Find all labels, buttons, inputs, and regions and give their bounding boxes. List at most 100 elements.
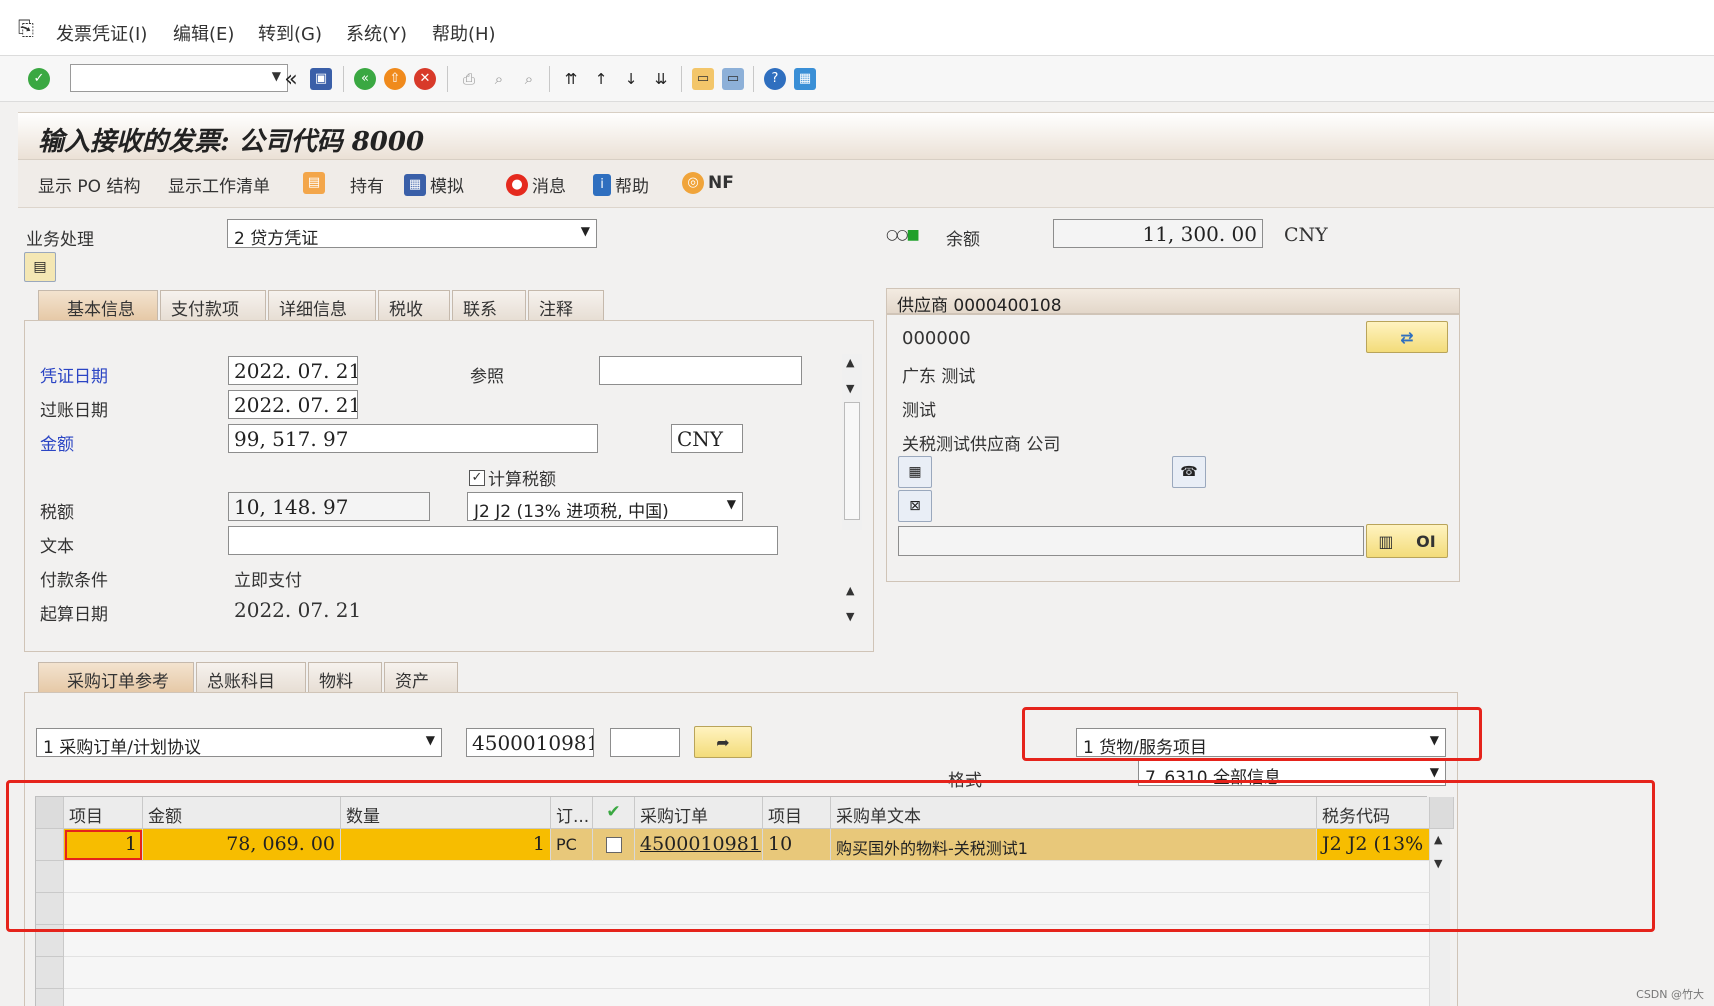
transfer-icon: ➦ (716, 732, 730, 752)
doc-date-label[interactable]: 凭证日期 (40, 362, 108, 387)
first-page-icon[interactable]: ⇈ (558, 66, 584, 92)
tab-payment[interactable]: 支付款项 (160, 290, 266, 320)
menu-goto[interactable]: 转到(G) (258, 20, 322, 46)
show-po-structure-button[interactable]: 显示 PO 结构 (38, 172, 140, 197)
vendor-fax-icon[interactable]: ☎ (1172, 456, 1206, 488)
amount-field[interactable]: 99, 517. 97 (228, 424, 598, 453)
scroll-down-icon[interactable]: ▼ (846, 610, 854, 623)
calc-tax-label: 计算税额 (488, 470, 556, 490)
po-type-select[interactable]: 1 采购订单/计划协议 ▼ (36, 728, 442, 757)
command-field[interactable]: ▼ (70, 64, 288, 92)
enter-check-icon[interactable]: ✓ (26, 66, 52, 92)
vendor-extra-field (898, 526, 1364, 556)
nf-button[interactable]: ◎ NF (682, 172, 734, 194)
back-icon[interactable]: « (352, 66, 378, 92)
currency-field[interactable]: CNY (671, 424, 743, 453)
transaction-label: 业务处理 (26, 230, 94, 250)
scroll-down-icon[interactable]: ▼ (846, 382, 854, 395)
vendor-code: 000000 (902, 328, 971, 349)
shortcut-icon[interactable]: ▭ (720, 66, 746, 92)
menu-edit[interactable]: 编辑(E) (173, 20, 234, 46)
open-items-button[interactable]: ▥ OI (1366, 524, 1448, 558)
tax-code-select[interactable]: J2 J2 (13% 进项税, 中国) ▼ (467, 492, 743, 521)
posting-date-field[interactable]: 2022. 07. 21 (228, 390, 358, 419)
tab-basic-info[interactable]: 基本信息 (38, 290, 158, 320)
next-page-icon[interactable]: ↓ (618, 66, 644, 92)
balance-label: 余额 (946, 230, 980, 250)
find-next-icon[interactable]: ⌕ (516, 66, 542, 92)
vendor-bank-icon[interactable]: ⊠ (898, 490, 932, 522)
tab-tax[interactable]: 税收 (378, 290, 450, 320)
scroll-up-icon[interactable]: ▲ (846, 584, 854, 597)
tab-material[interactable]: 物料 (308, 662, 382, 692)
standard-toolbar: ✓ ▼ « ▣ « ⇧ ✕ ⎙ ⌕ ⌕ ⇈ ↑ ↓ ⇊ ▭ ▭ ? ▦ (0, 56, 1714, 102)
simulate-icon: ▦ (404, 173, 426, 196)
find-icon[interactable]: ⌕ (486, 66, 512, 92)
vendor-address-line2: 测试 (902, 401, 936, 421)
reference-field[interactable] (599, 356, 802, 385)
tab-po-reference[interactable]: 采购订单参考 (38, 662, 194, 692)
menu-bar: ⎘ 发票凭证(I) 编辑(E) 转到(G) 系统(Y) 帮助(H) (0, 0, 1714, 56)
messages-button[interactable]: ● 消息 (506, 172, 566, 197)
po-item-field[interactable] (610, 728, 680, 757)
calc-tax-checkbox[interactable]: ✓ 计算税额 (469, 465, 556, 490)
posting-date-label: 过账日期 (40, 401, 108, 421)
transfer-button[interactable]: ➦ (694, 726, 752, 758)
balance-currency: CNY (1284, 224, 1328, 246)
tab-gl-account[interactable]: 总账科目 (196, 662, 306, 692)
menu-help[interactable]: 帮助(H) (432, 20, 496, 46)
po-type-value: 1 采购订单/计划协议 (43, 738, 201, 757)
print-icon[interactable]: ⎙ (456, 66, 482, 92)
info-icon: i (593, 173, 611, 196)
messages-label: 消息 (532, 177, 566, 197)
scroll-up-icon[interactable]: ▲ (846, 356, 854, 369)
help-icon[interactable]: ? (762, 66, 788, 92)
tax-field[interactable]: 10, 148. 97 (228, 492, 430, 521)
new-session-icon[interactable]: ▭ (690, 66, 716, 92)
last-page-icon[interactable]: ⇊ (648, 66, 674, 92)
tab-asset[interactable]: 资产 (384, 662, 458, 692)
stop-icon: ● (506, 173, 528, 196)
simulate-button[interactable]: ▦ 模拟 (404, 172, 464, 197)
show-worklist-button[interactable]: 显示工作清单 (168, 172, 270, 197)
vendor-header: 供应商 0000400108 (886, 288, 1460, 316)
exit-orange-icon[interactable]: ⇧ (382, 66, 408, 92)
folder-tree-icon[interactable]: ▤ (24, 252, 56, 282)
amount-label[interactable]: 金额 (40, 430, 74, 455)
doc-date-field[interactable]: 2022. 07. 21 (228, 356, 358, 385)
layout-icon[interactable]: ▦ (792, 66, 818, 92)
menu-system[interactable]: 系统(Y) (346, 20, 407, 46)
tab-contact[interactable]: 联系 (452, 290, 526, 320)
prev-page-icon[interactable]: ↑ (588, 66, 614, 92)
transaction-value: 2 贷方凭证 (234, 229, 319, 248)
basic-scrollbar[interactable]: ▲ ▼ (842, 354, 862, 530)
tax-code-value: J2 J2 (13% 进项税, 中国) (474, 502, 669, 521)
chevron-down-icon: ▼ (1429, 765, 1439, 779)
help-button[interactable]: i 帮助 (593, 172, 649, 197)
vendor-address-line3: 关税测试供应商 公司 (902, 435, 1061, 455)
exit-icon[interactable]: ⎘ (18, 16, 34, 40)
watermark: CSDN @竹大 (1636, 988, 1704, 1001)
simulate-label: 模拟 (430, 177, 464, 197)
transaction-select[interactable]: 2 贷方凭证 ▼ (227, 219, 597, 248)
vendor-detail-icon[interactable]: ▦ (898, 456, 932, 488)
vendor-address-line1: 广东 测试 (902, 367, 976, 387)
text-field[interactable] (228, 526, 778, 555)
po-number-field[interactable]: 4500010981 (466, 728, 594, 757)
coin-icon: ◎ (682, 172, 704, 194)
menu-invoice-doc[interactable]: 发票凭证(I) (56, 20, 147, 46)
checkmark-icon: ✓ (469, 469, 485, 486)
tab-notes[interactable]: 注释 (528, 290, 604, 320)
tab-details[interactable]: 详细信息 (268, 290, 376, 320)
help-label: 帮助 (615, 177, 649, 197)
save-icon[interactable]: ▣ (308, 66, 334, 92)
hold-button[interactable]: 持有 (350, 172, 384, 197)
clipboard-icon[interactable]: ▤ (303, 172, 325, 194)
reference-label: 参照 (470, 367, 504, 387)
highlight-box-goods-service (1022, 707, 1482, 761)
vendor-swap-button[interactable]: ⇄ (1366, 321, 1448, 353)
cancel-icon[interactable]: ✕ (412, 66, 438, 92)
grid-icon: ▥ (1378, 531, 1394, 551)
hold-label: 持有 (350, 177, 384, 197)
collapse-icon[interactable]: « (278, 66, 304, 92)
